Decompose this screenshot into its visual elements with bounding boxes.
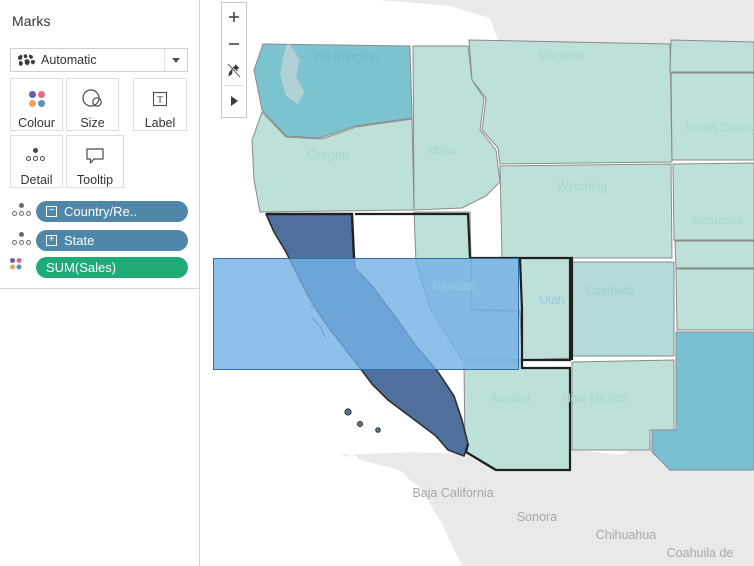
detail-dots-icon [10, 202, 32, 220]
marks-tooltip-label: Tooltip [76, 173, 114, 187]
marks-card-title: Marks [12, 13, 51, 29]
marks-tooltip-button[interactable]: Tooltip [66, 135, 124, 188]
tableau-map-worksheet: Marks Automatic Colour Size T Label Deta… [0, 0, 754, 566]
marks-detail-button[interactable]: Detail [10, 135, 63, 188]
marks-shelf-row-sales: SUM(Sales) [10, 256, 188, 278]
pill-expand-icon[interactable]: + [46, 234, 57, 246]
pill-country-region-label: Country/Re.. [64, 203, 137, 219]
tooltip-bubble-icon [84, 145, 106, 167]
zoom-in-button[interactable] [222, 3, 246, 30]
size-circles-icon [80, 88, 106, 110]
map-toolbar [221, 2, 247, 118]
zoom-out-button[interactable] [222, 30, 246, 57]
pill-state[interactable]: + State [36, 229, 188, 251]
colour-dots-icon [28, 88, 45, 110]
marks-colour-button[interactable]: Colour [10, 78, 63, 131]
label-text-icon: T [150, 88, 170, 110]
colour-dots-icon [10, 258, 32, 276]
marks-shelf-row-state: + State [10, 229, 188, 251]
map-graphic [200, 0, 754, 566]
pill-collapse-icon[interactable]: − [46, 205, 57, 217]
detail-dots-icon [10, 231, 32, 249]
marks-colour-label: Colour [18, 116, 55, 130]
pill-country-region[interactable]: − Country/Re.. [36, 200, 188, 222]
marks-detail-label: Detail [20, 173, 53, 187]
pill-state-label: State [64, 232, 95, 248]
pin-button[interactable] [222, 57, 246, 84]
marks-label-button[interactable]: T Label [133, 78, 187, 131]
marks-size-label: Size [80, 116, 105, 130]
toolbar-divider [225, 85, 243, 86]
mark-type-label: Automatic [41, 53, 97, 67]
mark-type-dropdown[interactable]: Automatic [10, 48, 188, 72]
marks-label-label: Label [144, 116, 176, 130]
svg-text:T: T [157, 95, 163, 105]
map-canvas[interactable]: Washington Oregon Idaho Montana Wyoming Nevad… [200, 0, 754, 566]
pill-sum-sales-label: SUM(Sales) [46, 259, 117, 275]
detail-dots-icon [24, 145, 50, 167]
marks-size-button[interactable]: Size [66, 78, 119, 131]
marks-card: Marks Automatic Colour Size T Label Deta… [0, 0, 200, 289]
chevron-down-icon[interactable] [164, 49, 187, 71]
left-panel-filler [0, 289, 200, 566]
expand-button[interactable] [222, 87, 246, 114]
marks-shelf-row-country: − Country/Re.. [10, 200, 188, 222]
map-mark-icon [16, 52, 36, 68]
pill-sum-sales[interactable]: SUM(Sales) [36, 256, 188, 278]
